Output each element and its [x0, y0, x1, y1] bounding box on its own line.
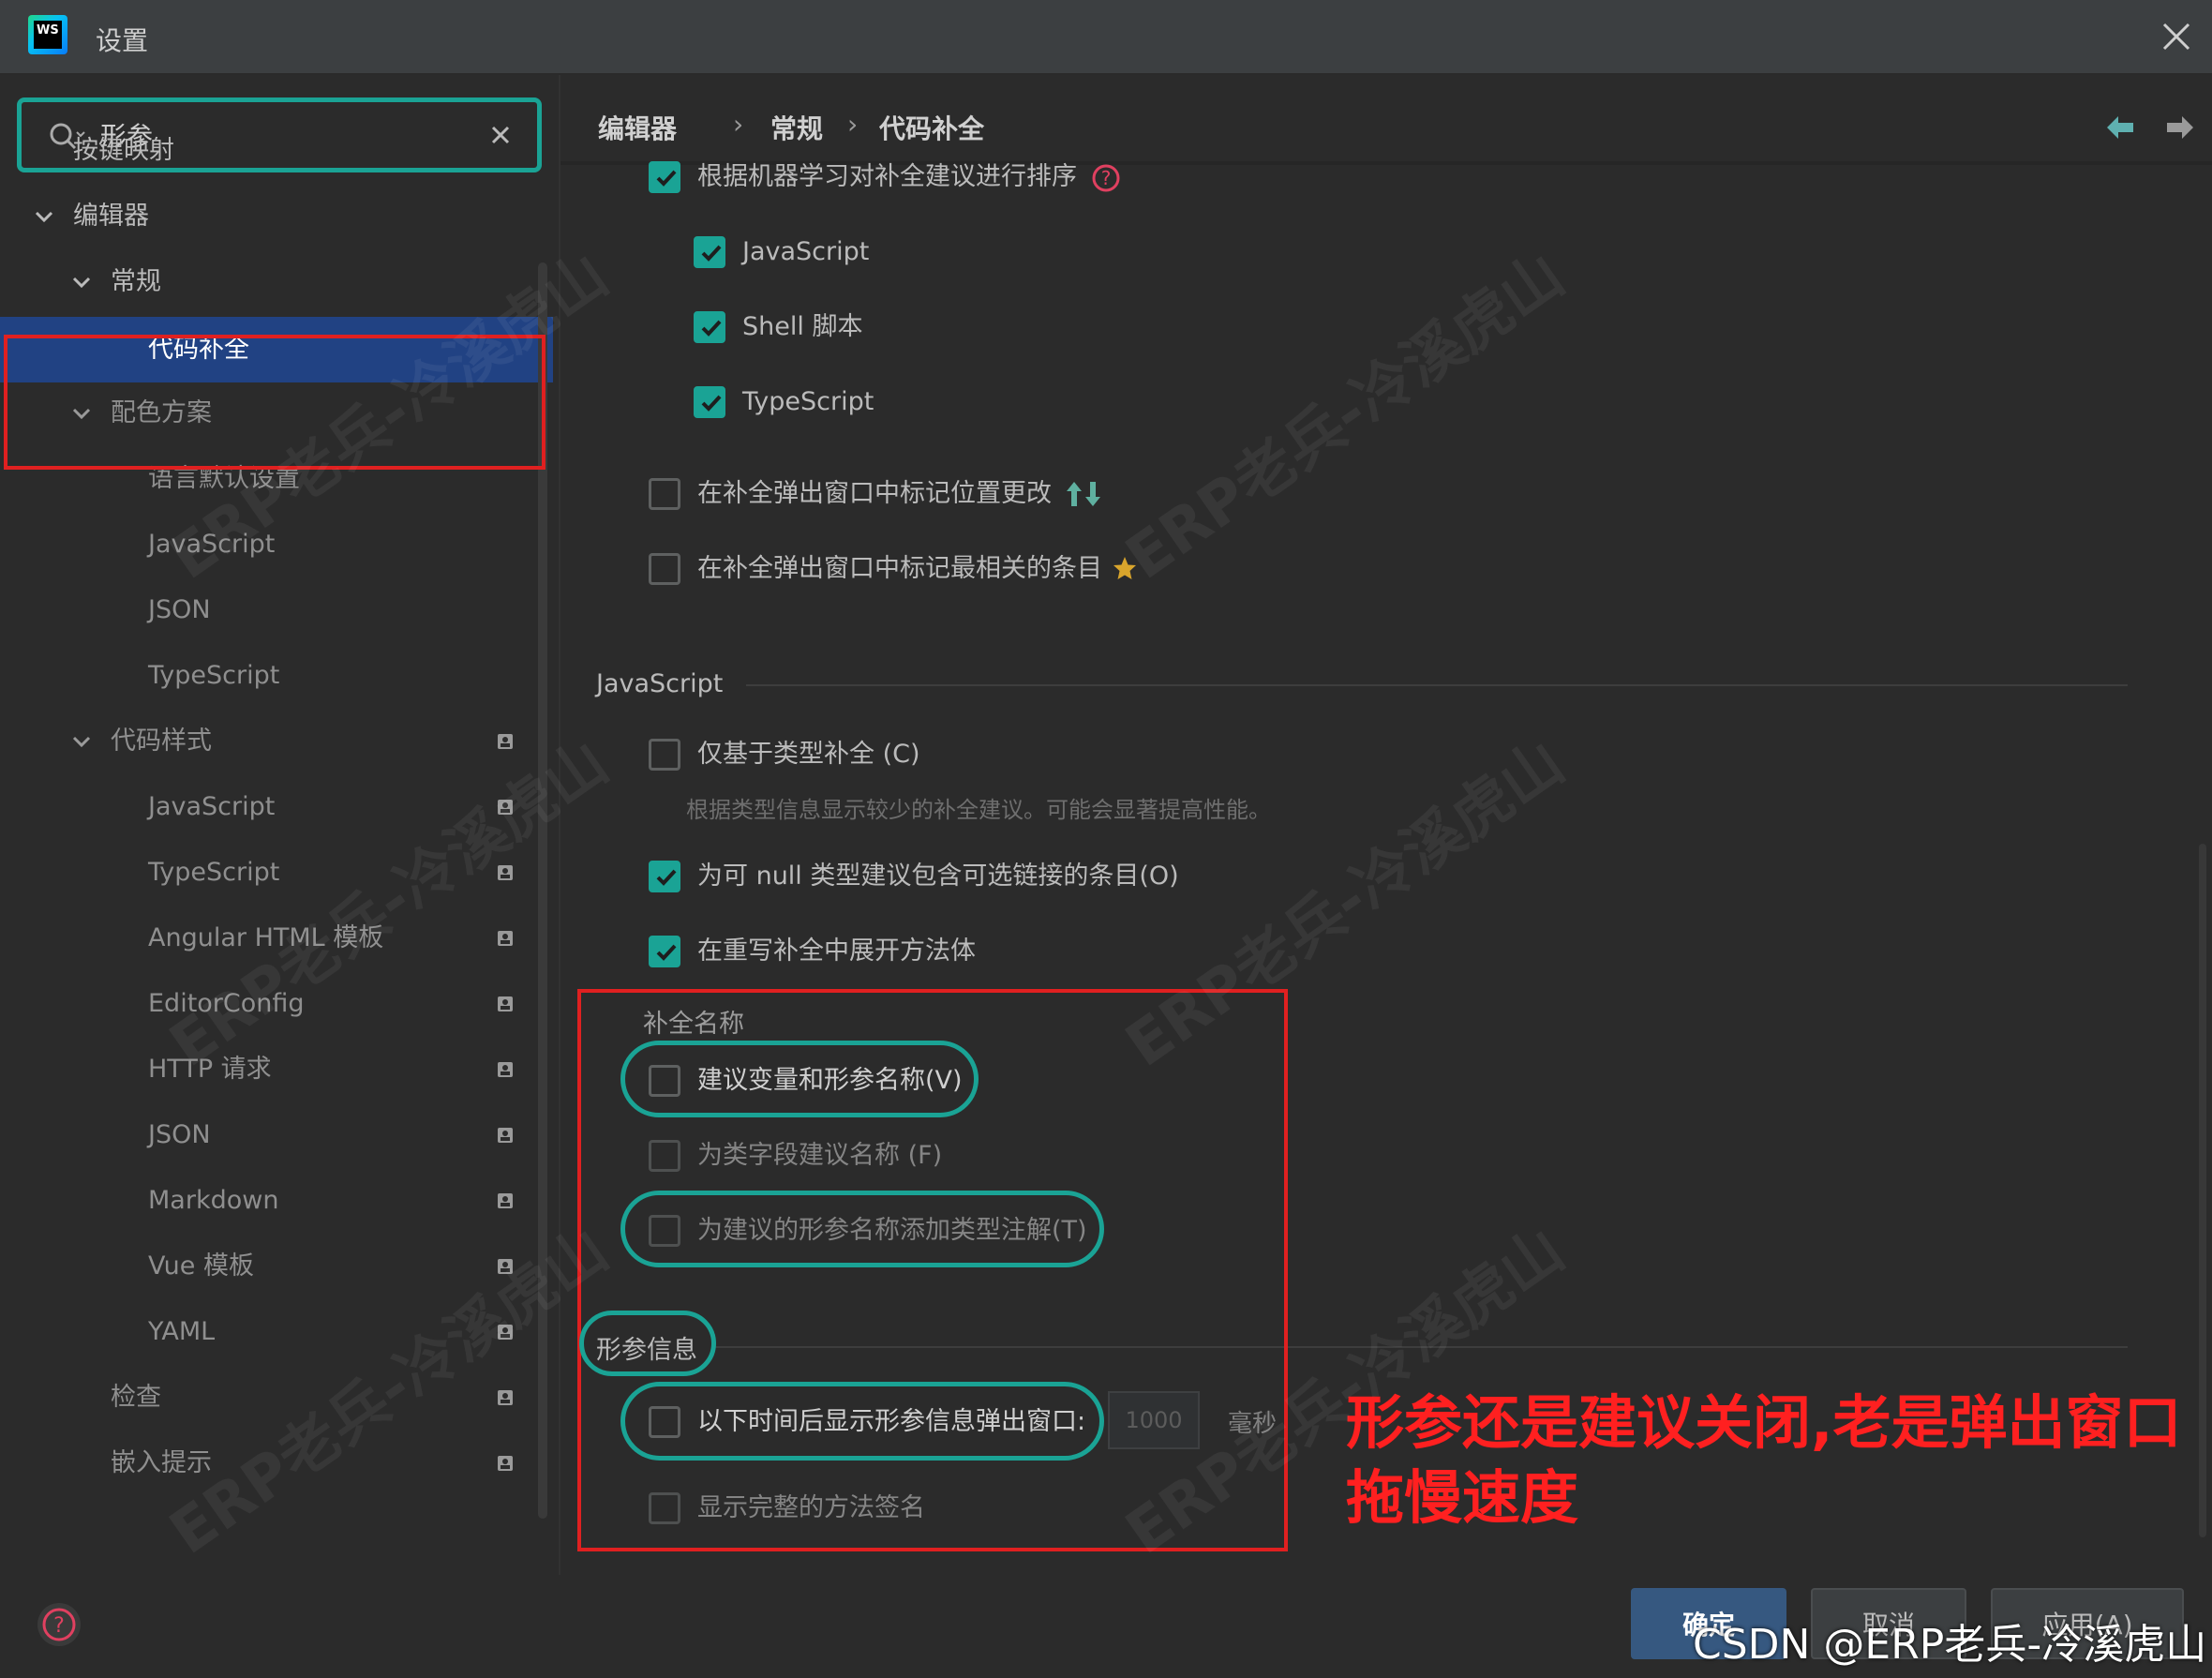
sidebar-item-label: TypeScript [148, 858, 280, 887]
csdn-watermark: CSDN @ERP老兵-冷溪虎山 [1693, 1621, 2207, 1669]
breadcrumb-code-completion: 代码补全 [879, 113, 985, 144]
sidebar-item-label: 代码样式 [111, 727, 212, 756]
sidebar-item-label: HTTP 请求 [148, 1055, 272, 1084]
sidebar-item-label: Markdown [148, 1186, 279, 1215]
chevron-down-icon[interactable] [71, 731, 92, 752]
arrow-left-icon[interactable] [2105, 114, 2135, 141]
sidebar-item-label: 编辑器 [73, 202, 149, 231]
project-settings-icon [498, 996, 513, 1011]
sidebar-item-style-markdown[interactable]: Markdown [0, 1170, 553, 1232]
checkbox-checked[interactable] [694, 386, 725, 418]
breadcrumb-separator: › [733, 109, 744, 140]
sidebar-item-label: EditorConfig [148, 989, 305, 1018]
sidebar-item-color-json[interactable]: JSON [0, 579, 553, 641]
project-settings-icon [498, 1128, 513, 1143]
star-icon [1113, 557, 1136, 579]
sidebar-item-style-json[interactable]: JSON [0, 1104, 553, 1166]
breadcrumb-separator: › [847, 109, 859, 140]
type-based-hint: 根据类型信息显示较少的补全建议。可能会显著提高性能。 [686, 797, 1271, 823]
checkbox-checked[interactable] [694, 236, 725, 268]
sidebar-item-style-angular-html[interactable]: Angular HTML 模板 [0, 907, 553, 969]
project-settings-icon [498, 1193, 513, 1208]
settings-sidebar: 按键映射 编辑器 常规 代码补全 配色方案 语言默认设置 JavaScript … [0, 75, 553, 1575]
checkbox-checked[interactable] [649, 161, 680, 193]
sidebar-item-label: JSON [148, 1120, 211, 1149]
sidebar-item-color-typescript[interactable]: TypeScript [0, 645, 553, 707]
sidebar-item-code-style[interactable]: 代码样式 [0, 711, 553, 772]
highlight-pill-param-popup [620, 1382, 1104, 1461]
sidebar-item-label: 检查 [111, 1383, 161, 1412]
highlight-box-sidebar [4, 335, 546, 470]
project-settings-icon [498, 734, 513, 749]
svg-text:?: ? [1101, 167, 1112, 189]
sidebar-item-label: JavaScript [148, 530, 276, 559]
svg-text:?: ? [53, 1614, 65, 1638]
sidebar-item-label: YAML [148, 1317, 216, 1346]
sidebar-item-label: Angular HTML 模板 [148, 923, 384, 952]
sidebar-item-label: Vue 模板 [148, 1251, 254, 1281]
project-settings-icon [498, 1390, 513, 1405]
highlight-pill-suggest-names [620, 1041, 979, 1117]
sidebar-item-label: TypeScript [148, 661, 280, 690]
sidebar-item-label: 嵌入提示 [111, 1448, 212, 1477]
project-settings-icon [498, 1456, 513, 1471]
checkbox-checked[interactable] [649, 861, 680, 892]
sidebar-item-style-yaml[interactable]: YAML [0, 1301, 553, 1363]
sidebar-item-style-typescript[interactable]: TypeScript [0, 842, 553, 904]
section-divider [746, 684, 2128, 686]
content-scrollbar[interactable] [2199, 844, 2206, 1537]
arrow-right-icon[interactable] [2165, 114, 2195, 141]
sidebar-item-label: JSON [148, 595, 211, 624]
breadcrumb-general[interactable]: 常规 [770, 109, 823, 146]
project-settings-icon [498, 931, 513, 946]
title-bar: WS 设置 [0, 0, 2212, 75]
window-title: 设置 [96, 25, 149, 56]
annotation-line-1: 形参还是建议关闭,老是弹出窗口 [1346, 1388, 2182, 1457]
sidebar-item-editor[interactable]: 编辑器 [0, 186, 553, 247]
annotation-text: 形参还是建议关闭,老是弹出窗口 拖慢速度 [1346, 1386, 2182, 1536]
checkbox-unchecked[interactable] [649, 478, 680, 510]
project-settings-icon [498, 1325, 513, 1340]
sidebar-item-general[interactable]: 常规 [0, 251, 553, 313]
project-settings-icon [498, 800, 513, 815]
sidebar-item-style-vue-template[interactable]: Vue 模板 [0, 1236, 553, 1297]
project-settings-icon [498, 1259, 513, 1274]
sidebar-item-style-editorconfig[interactable]: EditorConfig [0, 973, 553, 1035]
help-icon[interactable]: ? [37, 1603, 81, 1646]
sidebar-item-label: JavaScript [148, 792, 276, 821]
javascript-section-title: JavaScript [596, 669, 724, 698]
checkbox-unchecked[interactable] [649, 739, 680, 771]
chevron-down-icon[interactable] [34, 206, 54, 227]
webstorm-logo-icon: WS [28, 15, 67, 54]
sidebar-item-keymap[interactable]: 按键映射 [0, 120, 553, 182]
position-change-arrows-icon [1067, 482, 1100, 506]
chevron-down-icon[interactable] [71, 272, 92, 292]
sidebar-item-color-javascript[interactable]: JavaScript [0, 514, 553, 576]
help-question-icon[interactable]: ? [1091, 163, 1121, 193]
sidebar-item-label: 按键映射 [73, 136, 174, 165]
sidebar-item-style-javascript[interactable]: JavaScript [0, 776, 553, 838]
checkbox-checked[interactable] [694, 311, 725, 343]
checkbox-unchecked[interactable] [649, 553, 680, 585]
breadcrumb-editor[interactable]: 编辑器 [598, 109, 677, 146]
close-icon[interactable] [2160, 21, 2192, 52]
annotation-line-2: 拖慢速度 [1346, 1463, 1579, 1532]
sidebar-item-inspections[interactable]: 检查 [0, 1367, 553, 1429]
project-settings-icon [498, 865, 513, 880]
sidebar-item-inlay-hints[interactable]: 嵌入提示 [0, 1432, 553, 1494]
checkbox-checked[interactable] [649, 936, 680, 967]
highlight-pill-type-annotation [620, 1191, 1104, 1267]
sidebar-item-style-http-request[interactable]: HTTP 请求 [0, 1039, 553, 1101]
project-settings-icon [498, 1062, 513, 1077]
sidebar-item-label: 常规 [111, 267, 161, 296]
highlight-pill-param-info [579, 1311, 716, 1376]
